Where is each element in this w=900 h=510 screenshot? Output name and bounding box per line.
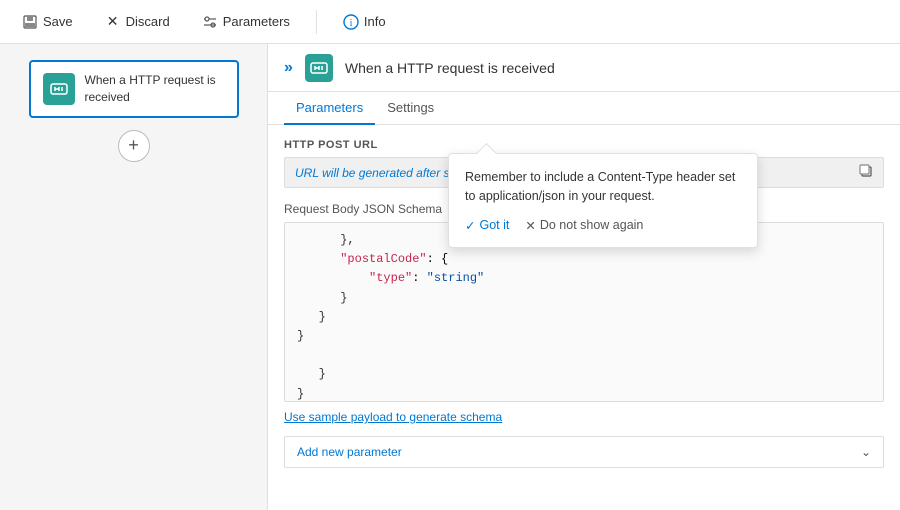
got-it-button[interactable]: ✓ Got it bbox=[465, 218, 509, 233]
toolbar-divider bbox=[316, 10, 317, 34]
parameters-icon bbox=[202, 14, 218, 30]
discard-button[interactable]: ✕ Discard bbox=[99, 10, 176, 34]
tab-settings[interactable]: Settings bbox=[375, 92, 446, 125]
save-icon bbox=[22, 14, 38, 30]
discard-icon: ✕ bbox=[105, 14, 121, 30]
panel-trigger-icon bbox=[305, 54, 333, 82]
code-line-9: } bbox=[297, 385, 871, 402]
code-line-7 bbox=[297, 346, 871, 365]
code-area: }, "postalCode": { "type": "string" } } … bbox=[284, 222, 884, 402]
svg-text:i: i bbox=[350, 18, 353, 29]
http-trigger-card[interactable]: When a HTTP request is received bbox=[29, 60, 239, 118]
save-label: Save bbox=[43, 14, 73, 29]
schema-link[interactable]: Use sample payload to generate schema bbox=[284, 410, 502, 424]
code-line-4: } bbox=[297, 289, 871, 308]
add-param-bar[interactable]: Add new parameter ⌄ bbox=[284, 436, 884, 468]
main-area: When a HTTP request is received + » When… bbox=[0, 44, 900, 510]
info-icon: i bbox=[343, 14, 359, 30]
sidebar: When a HTTP request is received + bbox=[0, 44, 268, 510]
tooltip-message: Remember to include a Content-Type heade… bbox=[465, 168, 741, 206]
save-button[interactable]: Save bbox=[16, 10, 79, 34]
tab-parameters[interactable]: Parameters bbox=[284, 92, 375, 125]
code-line-3: "type": "string" bbox=[297, 269, 871, 288]
x-icon: ✕ bbox=[525, 218, 535, 233]
parameters-button[interactable]: Parameters bbox=[196, 10, 296, 34]
code-line-5: } bbox=[297, 308, 871, 327]
plus-icon: + bbox=[128, 135, 139, 156]
dismiss-label: Do not show again bbox=[540, 218, 644, 232]
chevron-down-icon: ⌄ bbox=[861, 445, 871, 459]
http-trigger-icon bbox=[43, 73, 75, 105]
panel-title: When a HTTP request is received bbox=[345, 60, 884, 76]
code-scroll[interactable]: }, "postalCode": { "type": "string" } } … bbox=[285, 223, 883, 401]
parameters-label: Parameters bbox=[223, 14, 290, 29]
toolbar: Save ✕ Discard Parameters i Info bbox=[0, 0, 900, 44]
tooltip-actions: ✓ Got it ✕ Do not show again bbox=[465, 218, 741, 233]
copy-url-button[interactable] bbox=[859, 164, 873, 181]
code-line-6: } bbox=[297, 327, 871, 346]
info-button[interactable]: i Info bbox=[337, 10, 392, 34]
panel-body: Remember to include a Content-Type heade… bbox=[268, 125, 900, 510]
code-line-2: "postalCode": { bbox=[297, 250, 871, 269]
check-icon: ✓ bbox=[465, 218, 475, 233]
dismiss-button[interactable]: ✕ Do not show again bbox=[525, 218, 643, 233]
panel-header: » When a HTTP request is received bbox=[268, 44, 900, 92]
code-line-8: } bbox=[297, 365, 871, 384]
info-label: Info bbox=[364, 14, 386, 29]
add-step-button[interactable]: + bbox=[118, 130, 150, 162]
tabs: Parameters Settings bbox=[268, 92, 900, 125]
got-it-label: Got it bbox=[479, 218, 509, 232]
expand-button[interactable]: » bbox=[284, 59, 293, 77]
add-param-label: Add new parameter bbox=[297, 445, 402, 459]
discard-label: Discard bbox=[126, 14, 170, 29]
tooltip-popup: Remember to include a Content-Type heade… bbox=[448, 153, 758, 248]
http-trigger-label: When a HTTP request is received bbox=[85, 72, 225, 106]
right-panel: » When a HTTP request is received Parame… bbox=[268, 44, 900, 510]
url-section-label: HTTP POST URL bbox=[284, 139, 884, 151]
